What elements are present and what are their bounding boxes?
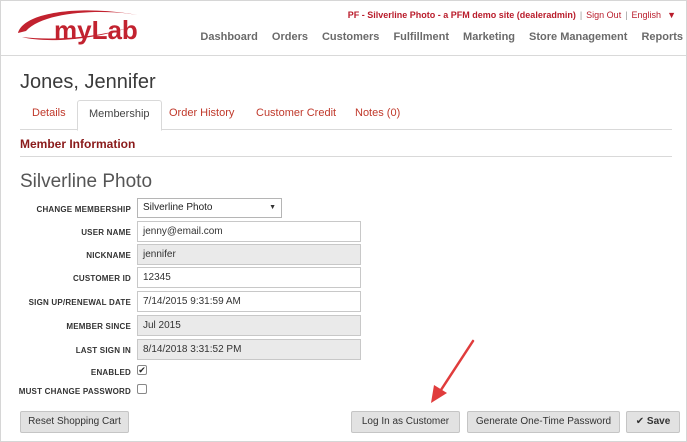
must-change-password-label: MUST CHANGE PASSWORD [18,387,131,396]
tab-customer-credit[interactable]: Customer Credit [256,107,336,119]
enabled-checkbox[interactable]: ✔ [137,365,147,375]
membership-name: Silverline Photo [20,171,153,192]
member-since-field: Jul 2015 [137,315,361,336]
language-caret-icon[interactable]: ▼ [667,10,676,20]
nickname-label: NICKNAME [86,251,131,260]
user-name-field[interactable]: jenny@email.com [137,221,361,242]
app-window: myLab PF - Silverline Photo - a PFM demo… [0,0,687,442]
tab-membership[interactable]: Membership [77,100,162,131]
reset-shopping-cart-button[interactable]: Reset Shopping Cart [20,411,129,433]
nav-store-management[interactable]: Store Management [529,31,627,43]
section-title: Member Information [20,137,136,151]
change-membership-value: Silverline Photo [143,202,213,213]
signup-renewal-label: SIGN UP/RENEWAL DATE [28,298,131,307]
tab-order-history[interactable]: Order History [169,107,234,119]
nav-fulfillment[interactable]: Fulfillment [393,31,449,43]
nav-orders[interactable]: Orders [272,31,308,43]
logo-text: myLab [54,15,138,45]
change-membership-select[interactable]: Silverline Photo ▼ [137,198,282,218]
header-divider [1,55,686,56]
mylab-logo[interactable]: myLab [14,3,144,49]
tab-notes[interactable]: Notes (0) [355,107,400,119]
member-since-label: MEMBER SINCE [66,322,131,331]
check-icon: ✔ [635,416,645,427]
page-title: Jones, Jennifer [20,71,156,93]
save-button-label: Save [646,416,671,427]
nav-customers[interactable]: Customers [322,31,379,43]
last-sign-in-field: 8/14/2018 3:31:52 PM [137,339,361,360]
nav-reports[interactable]: Reports [641,31,683,43]
nickname-field: jennifer [137,244,361,265]
tab-details[interactable]: Details [32,107,66,119]
last-sign-in-label: LAST SIGN IN [75,346,131,355]
section-divider [20,156,672,157]
customer-id-field[interactable]: 12345 [137,267,361,288]
language-selector[interactable]: English [632,10,662,20]
customer-tabs: Details Membership Order History Custome… [20,100,672,131]
sign-out-link[interactable]: Sign Out [586,10,621,20]
save-button[interactable]: ✔ Save [626,411,680,433]
log-in-as-customer-button[interactable]: Log In as Customer [351,411,460,433]
nav-marketing[interactable]: Marketing [463,31,515,43]
top-navigation: Dashboard Orders Customers Fulfillment M… [200,31,683,43]
change-membership-label: CHANGE MEMBERSHIP [36,205,131,214]
generate-one-time-password-button[interactable]: Generate One-Time Password [467,411,620,433]
signup-renewal-field[interactable]: 7/14/2015 9:31:59 AM [137,291,361,312]
site-name: PF - Silverline Photo - a PFM demo site … [347,10,576,20]
nav-dashboard[interactable]: Dashboard [200,31,257,43]
annotation-arrow-icon [431,339,475,403]
user-name-label: USER NAME [81,228,131,237]
customer-id-label: CUSTOMER ID [72,274,131,283]
chevron-down-icon: ▼ [269,204,276,211]
enabled-label: ENABLED [90,368,131,377]
must-change-password-checkbox[interactable] [137,384,147,394]
site-info-bar: PF - Silverline Photo - a PFM demo site … [347,10,676,20]
